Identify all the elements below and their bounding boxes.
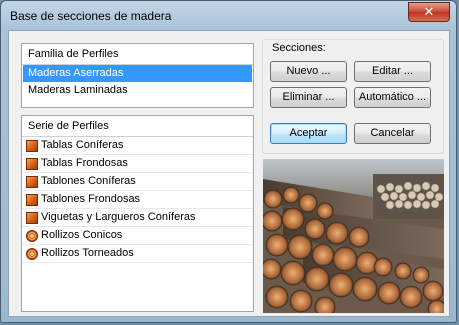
cancelar-button[interactable]: Cancelar [354,123,431,144]
wood-logs-image [263,159,444,313]
board-icon [26,193,38,206]
secciones-label: Secciones: [270,42,328,54]
board-icon [26,139,38,152]
list-item-maderas-laminadas[interactable]: Maderas Laminadas [22,82,253,99]
familia-perfiles-header: Familia de Perfiles [22,44,253,65]
automatico-button[interactable]: Automático ... [354,87,431,108]
list-item-rollizos-torneados[interactable]: Rollizos Torneados [22,245,253,263]
serie-perfiles-list[interactable]: Serie de Perfiles Tablas Coníferas Tabla… [21,115,254,312]
list-item-tablones-coniferas[interactable]: Tablones Coníferas [22,173,253,191]
list-item-label: Tablas Coníferas [41,139,124,151]
list-item-rollizos-conicos[interactable]: Rollizos Conicos [22,227,253,245]
list-item-tablas-frondosas[interactable]: Tablas Frondosas [22,155,253,173]
list-item-label: Rollizos Torneados [41,247,134,259]
nuevo-button[interactable]: Nuevo ... [270,61,347,82]
window-title: Base de secciones de madera [10,9,172,23]
list-item-label: Tablones Coníferas [41,175,136,187]
aceptar-button[interactable]: Aceptar [270,123,347,144]
list-item-maderas-aserradas[interactable]: Maderas Aserradas [23,65,252,82]
log-icon [26,229,38,242]
close-button[interactable]: ✕ [408,2,450,22]
list-item-tablones-frondosas[interactable]: Tablones Frondosas [22,191,253,209]
list-item-label: Tablas Frondosas [41,157,128,169]
list-item-label: Viguetas y Largueros Coníferas [41,211,196,223]
wood-logs-illustration [263,159,444,313]
list-item-label: Rollizos Conicos [41,229,123,241]
list-item-tablas-coniferas[interactable]: Tablas Coníferas [22,137,253,155]
list-item-viguetas-largueros[interactable]: Viguetas y Largueros Coníferas [22,209,253,227]
log-icon [26,247,38,260]
board-icon [26,211,38,224]
editar-button[interactable]: Editar ... [354,61,431,82]
list-item-label: Tablones Frondosas [41,193,141,205]
dialog-window: Base de secciones de madera ✕ Familia de… [0,0,457,323]
eliminar-button[interactable]: Eliminar ... [270,87,347,108]
dialog-client-area: Familia de Perfiles Maderas Aserradas Ma… [8,30,450,317]
board-icon [26,175,38,188]
familia-perfiles-list[interactable]: Familia de Perfiles Maderas Aserradas Ma… [21,43,254,108]
board-icon [26,157,38,170]
title-bar[interactable]: Base de secciones de madera ✕ [1,1,456,31]
serie-perfiles-header: Serie de Perfiles [22,116,253,137]
close-icon: ✕ [423,4,435,20]
secciones-group: Secciones: Nuevo ... Editar ... Eliminar… [262,39,444,154]
